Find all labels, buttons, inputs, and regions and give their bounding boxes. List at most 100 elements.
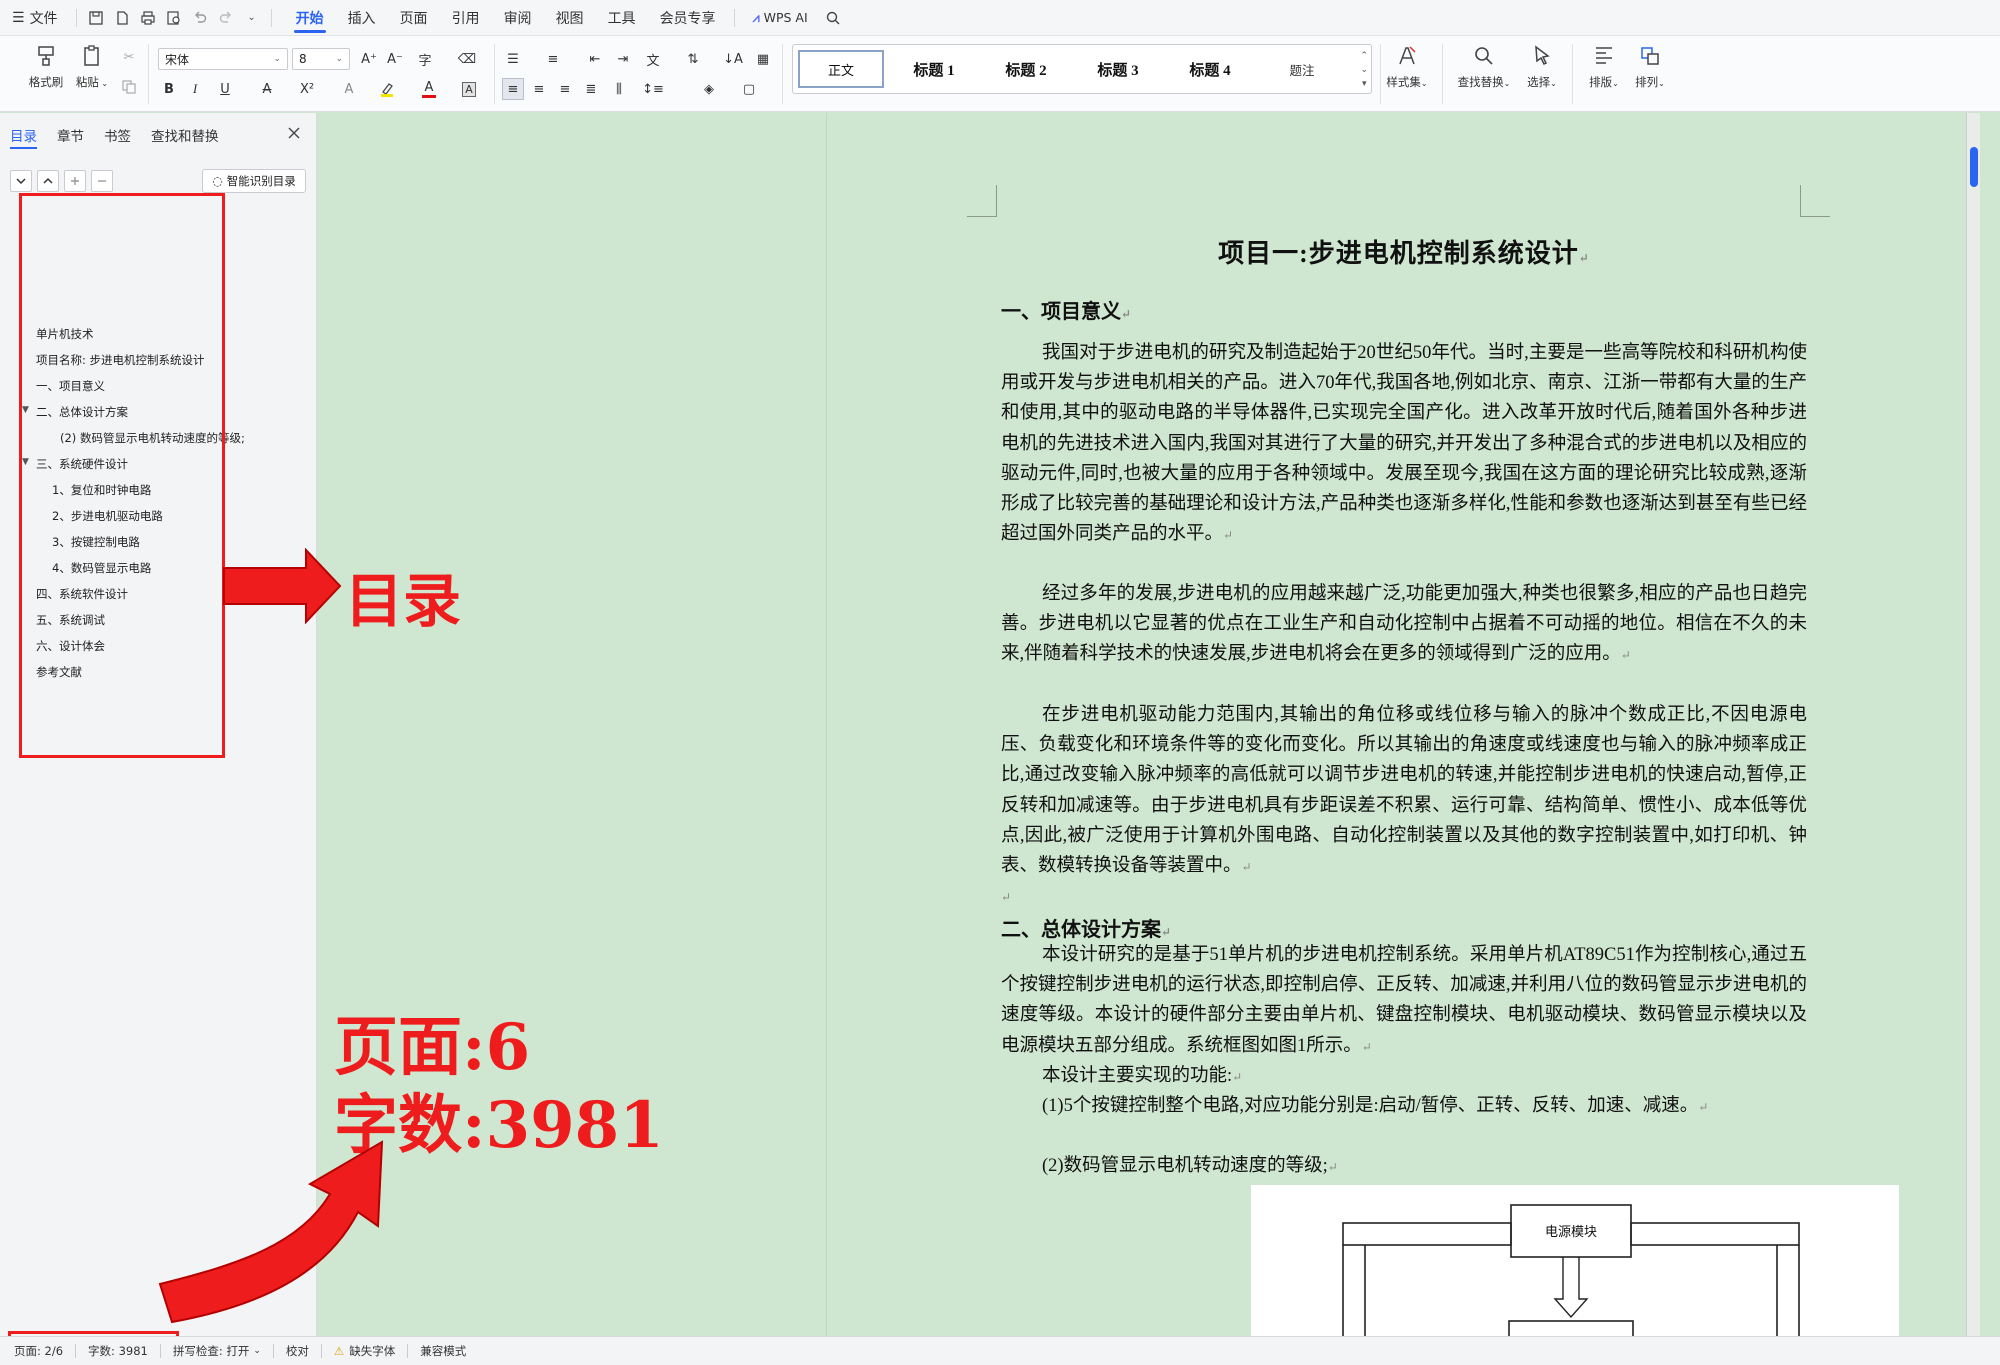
divider xyxy=(494,44,495,104)
block-diagram-figure xyxy=(1342,1204,1800,1336)
arrange-button[interactable]: 排列⌄ xyxy=(1626,44,1674,90)
table-border-icon[interactable]: ▦ xyxy=(752,48,774,70)
divider xyxy=(148,44,149,104)
underline-button[interactable]: U xyxy=(214,78,236,100)
spell-check-toggle[interactable]: 拼写检查: 打开 ⌄ xyxy=(161,1337,273,1365)
clear-format-icon[interactable]: ⌫ xyxy=(456,48,478,70)
copy-icon[interactable] xyxy=(118,76,140,98)
find-replace-button[interactable]: 查找替换⌄ xyxy=(1454,44,1514,90)
style-set-button[interactable]: 样式集⌄ xyxy=(1382,44,1432,90)
select-button[interactable]: 选择⌄ xyxy=(1518,44,1566,90)
search-icon[interactable] xyxy=(820,0,846,36)
annotation-arrow-right xyxy=(223,548,342,624)
text-effect-icon[interactable]: A xyxy=(338,78,360,100)
line-spacing-icon[interactable]: ↕≡ xyxy=(642,78,664,100)
style-heading-4[interactable]: 标题 4 xyxy=(1164,59,1256,80)
justify-icon[interactable]: ≣ xyxy=(580,78,602,100)
paragraph: 在步进电机驱动能力范围内,其输出的角位移或线位移与输入的脉冲个数成正比,不因电源… xyxy=(1001,705,1807,877)
paragraph: 本设计研究的是基于51单片机的步进电机控制系统。采用单片机AT89C51作为控制… xyxy=(1001,945,1807,1056)
smart-toc-button[interactable]: ◌ 智能识别目录 xyxy=(202,169,306,193)
redo-icon[interactable] xyxy=(213,0,239,36)
sort-icon[interactable]: ⇅ xyxy=(682,48,704,70)
phonetic-icon[interactable]: 字 xyxy=(414,48,436,70)
increase-indent-icon[interactable]: ⇥ xyxy=(612,48,634,70)
chevron-down-icon[interactable]: ⌄ xyxy=(239,0,265,36)
paragraph: 我国对于步进电机的研究及制造起始于20世纪50年代。当时,主要是一些高等院校和科… xyxy=(1001,343,1807,545)
missing-font-button[interactable]: ⚠ 缺失字体 xyxy=(322,1337,407,1365)
tab-find-replace[interactable]: 查找和替换 xyxy=(141,121,229,149)
cut-icon[interactable]: ✂ xyxy=(118,46,140,68)
paste-button[interactable]: 粘贴 ⌄ xyxy=(68,44,116,90)
strikethrough-button[interactable]: A xyxy=(256,78,278,100)
style-heading-2[interactable]: 标题 2 xyxy=(980,59,1072,80)
tab-bookmarks[interactable]: 书签 xyxy=(94,121,141,149)
style-caption[interactable]: 题注 xyxy=(1256,60,1348,79)
shading-icon[interactable]: ◈ xyxy=(698,78,720,100)
align-left-icon[interactable]: ≡ xyxy=(502,78,524,100)
grow-font-icon[interactable]: A⁺ xyxy=(358,48,380,70)
save-icon[interactable] xyxy=(83,0,109,36)
menu-bar: ☰ 文件 ⌄ 开始 插入 页面 引用 审阅 视图 工具 会员专享 ⩘ WPS A… xyxy=(0,0,2000,36)
undo-icon[interactable] xyxy=(187,0,213,36)
word-count-indicator[interactable]: 字数: 3981 xyxy=(76,1337,160,1365)
superscript-button[interactable]: X² xyxy=(296,78,318,100)
system-block-diagram[interactable]: 电源模块 xyxy=(1251,1185,1899,1336)
numbered-list-icon[interactable]: ≡ xyxy=(542,48,564,70)
bullet-list-icon[interactable]: ☰ xyxy=(502,48,524,70)
vertical-scrollbar[interactable] xyxy=(1966,113,1980,1336)
style-gallery-scroll[interactable]: ⌃ ⌄ ▾ xyxy=(1360,49,1368,91)
clipboard-icon xyxy=(84,45,99,66)
close-icon[interactable] xyxy=(286,125,302,141)
align-center-icon[interactable]: ≡ xyxy=(528,78,550,100)
align-right-icon[interactable]: ≡ xyxy=(554,78,576,100)
highlight-icon[interactable] xyxy=(376,78,398,100)
empty-paragraph: ↵ xyxy=(1001,890,1012,904)
style-heading-1[interactable]: 标题 1 xyxy=(888,59,980,80)
decrease-indent-icon[interactable]: ⇤ xyxy=(584,48,606,70)
chinese-layout-icon[interactable]: 文 xyxy=(642,48,664,70)
page-indicator[interactable]: 页面: 2/6 xyxy=(0,1337,75,1365)
tab-toc[interactable]: 目录 xyxy=(0,121,47,149)
shrink-font-icon[interactable]: A⁻ xyxy=(384,48,406,70)
heading-project-significance: 一、项目意义↵ xyxy=(1001,301,1132,323)
tab-references[interactable]: 引用 xyxy=(440,0,492,36)
export-pdf-icon[interactable] xyxy=(109,0,135,36)
style-normal[interactable]: 正文 xyxy=(798,50,884,88)
tab-review[interactable]: 审阅 xyxy=(492,0,544,36)
status-bar: 页面: 2/6 字数: 3981 拼写检查: 打开 ⌄ 校对 ⚠ 缺失字体 兼容模式 xyxy=(0,1336,2000,1365)
demote-button[interactable] xyxy=(91,170,113,192)
distribute-icon[interactable]: ⫼ xyxy=(608,78,630,100)
file-menu[interactable]: ☰ 文件 xyxy=(0,0,70,36)
font-name-select[interactable]: 宋体 ⌄ xyxy=(158,48,288,70)
bold-button[interactable]: B xyxy=(158,78,180,100)
proofread-button[interactable]: 校对 xyxy=(274,1337,321,1365)
format-painter-button[interactable]: 格式刷 xyxy=(22,44,70,90)
promote-button[interactable] xyxy=(64,170,86,192)
font-color-button[interactable]: A xyxy=(418,78,440,100)
tab-insert[interactable]: 插入 xyxy=(336,0,388,36)
print-icon[interactable] xyxy=(135,0,161,36)
warning-icon: ⚠ xyxy=(333,1344,345,1358)
print-preview-icon[interactable] xyxy=(161,0,187,36)
paragraph: 经过多年的发展,步进电机的应用越来越广泛,功能更加强大,种类也很繁多,相应的产品… xyxy=(1001,584,1807,665)
style-heading-3[interactable]: 标题 3 xyxy=(1072,59,1164,80)
tab-tools[interactable]: 工具 xyxy=(596,0,648,36)
scrollbar-thumb[interactable] xyxy=(1970,147,1978,187)
tab-member[interactable]: 会员专享 xyxy=(648,0,728,36)
border-icon[interactable]: ▢ xyxy=(738,78,760,100)
wps-ai-button[interactable]: ⩘ WPS AI xyxy=(741,0,820,36)
tab-page[interactable]: 页面 xyxy=(388,0,440,36)
collapse-all-button[interactable] xyxy=(10,170,32,192)
tab-view[interactable]: 视图 xyxy=(544,0,596,36)
toc-highlight-box xyxy=(19,193,225,758)
font-size-select[interactable]: 8 ⌄ xyxy=(292,48,350,70)
tab-home[interactable]: 开始 xyxy=(284,0,336,36)
italic-button[interactable]: I xyxy=(184,78,206,100)
hamburger-icon: ☰ xyxy=(12,9,25,26)
expand-up-button[interactable] xyxy=(37,170,59,192)
sort-az-icon[interactable]: ↓A xyxy=(722,48,744,70)
layout-icon xyxy=(1596,47,1612,64)
tab-chapters[interactable]: 章节 xyxy=(47,121,94,149)
char-shading-icon[interactable]: A xyxy=(458,78,480,100)
layout-button[interactable]: 排版⌄ xyxy=(1580,44,1628,90)
